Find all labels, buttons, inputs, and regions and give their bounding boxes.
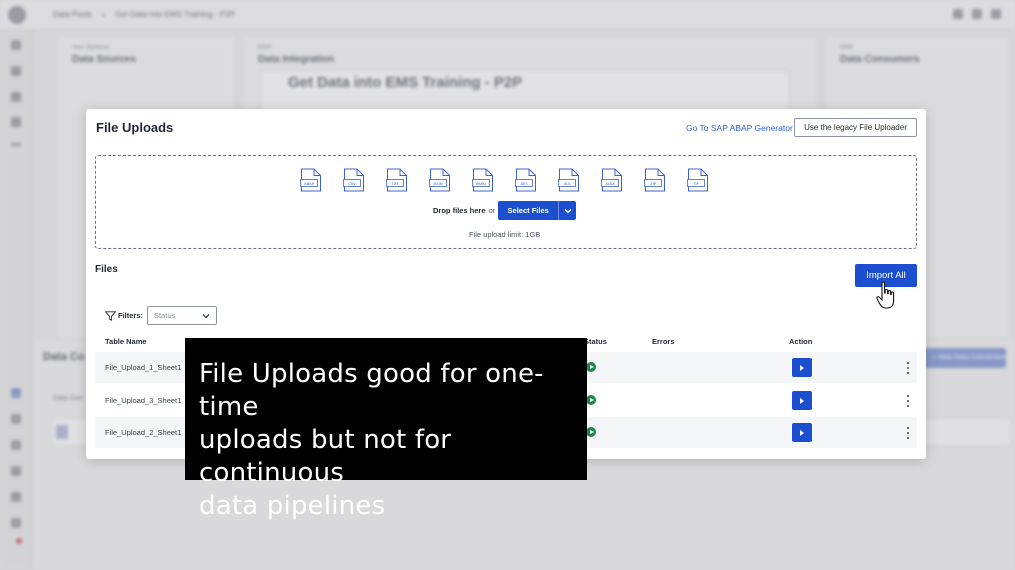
file-type-tif-icon: TIF xyxy=(687,168,710,192)
more-options-icon[interactable] xyxy=(903,361,913,375)
run-action-button[interactable] xyxy=(792,423,812,442)
section-subtitle: Data Con xyxy=(53,395,83,402)
status-success-icon xyxy=(586,362,596,372)
button-label: + New Data Connection xyxy=(932,354,1007,361)
column-header-action: Action xyxy=(789,337,813,346)
new-connection-button[interactable]: + New Data Connection xyxy=(922,348,1006,368)
file-type-json-icon: JSON xyxy=(429,168,452,192)
sidebar xyxy=(0,30,33,570)
sidebar-icon[interactable] xyxy=(11,117,21,127)
file-type-icons: ABAP CSV TXT JSON PARQ AES XLS XLSX ZIP TIF xyxy=(300,168,710,192)
section-title: Data Co xyxy=(43,351,85,363)
select-files-button[interactable]: Select Files xyxy=(498,201,559,220)
sidebar-icon[interactable] xyxy=(11,414,21,424)
more-options-icon[interactable] xyxy=(903,426,913,440)
status-filter-placeholder: Status xyxy=(154,311,176,320)
more-options-icon[interactable] xyxy=(903,394,913,408)
top-bar-icons xyxy=(953,9,1001,19)
connection-icon xyxy=(56,425,68,439)
sidebar-icon[interactable] xyxy=(11,492,21,502)
user-icon[interactable] xyxy=(991,9,1001,19)
filters-label: Filters: xyxy=(118,311,144,320)
column-header-errors: Errors xyxy=(652,337,675,346)
panel-caption: Your Systems xyxy=(72,45,109,51)
panel-title: Data Sources xyxy=(72,54,136,65)
drop-row: Drop files here or Select Files xyxy=(433,201,577,220)
status-filter-select[interactable]: Status xyxy=(147,306,218,325)
notifications-icon[interactable] xyxy=(972,9,982,19)
breadcrumb-item[interactable]: Data Pools xyxy=(53,10,92,19)
sidebar-icon[interactable] xyxy=(11,40,21,50)
more-icon[interactable] xyxy=(11,143,21,146)
file-drop-zone[interactable]: ABAP CSV TXT JSON PARQ AES XLS XLSX ZIP TIF Drop … xyxy=(95,155,917,249)
file-type-parq-icon: PARQ xyxy=(472,168,495,192)
upload-limit-text: File upload limit: 1GB xyxy=(469,230,541,239)
notification-dot-icon xyxy=(16,538,22,544)
panel-title: Data Consumers xyxy=(840,54,920,65)
file-type-xlsx-icon: XLSX xyxy=(601,168,624,192)
app-logo-icon xyxy=(8,6,26,24)
sidebar-icon[interactable] xyxy=(11,440,21,450)
file-type-xls-icon: XLS xyxy=(558,168,581,192)
caption-line: uploads but not for continuous xyxy=(199,425,452,488)
sidebar-icon[interactable] xyxy=(11,92,21,102)
sidebar-icon[interactable] xyxy=(11,466,21,476)
caption-overlay: File Uploads good for one-time uploads b… xyxy=(185,338,587,521)
caption-line: data pipelines xyxy=(199,491,386,521)
column-header-table-name: Table Name xyxy=(105,337,147,346)
filter-icon xyxy=(105,310,116,321)
sidebar-icon[interactable] xyxy=(11,66,21,76)
table-name-cell: File_Upload_3_Sheet1 xyxy=(105,396,182,405)
column-header-status: Status xyxy=(584,337,607,346)
run-action-button[interactable] xyxy=(792,358,812,377)
select-files-dropdown[interactable] xyxy=(558,201,577,220)
status-success-icon xyxy=(586,427,596,437)
or-label: or xyxy=(488,206,496,215)
help-icon[interactable] xyxy=(953,9,963,19)
file-type-aes-icon: AES xyxy=(515,168,538,192)
breadcrumb-item: Get Data into EMS Training - P2P xyxy=(115,10,235,19)
dialog-title: File Uploads xyxy=(96,120,174,135)
file-type-txt-icon: TXT xyxy=(386,168,409,192)
chevron-down-icon xyxy=(564,208,572,213)
files-heading: Files xyxy=(95,264,118,275)
top-bar: Data Pools › Get Data into EMS Training … xyxy=(0,0,1015,30)
data-pool-title: Get Data into EMS Training - P2P xyxy=(288,74,523,91)
file-type-abap-icon: ABAP xyxy=(300,168,323,192)
table-name-cell: File_Upload_2_Sheet1 xyxy=(105,428,182,437)
panel-caption: EMS xyxy=(840,45,854,51)
sap-abap-generator-link[interactable]: Go To SAP ABAP Generator xyxy=(686,123,793,133)
panel-caption: EMS xyxy=(258,45,272,51)
panel-title: Data Integration xyxy=(258,54,335,65)
sidebar-icon[interactable] xyxy=(11,388,21,398)
caption-line: File Uploads good for one-time xyxy=(199,359,544,422)
legacy-uploader-button[interactable]: Use the legacy File Uploader xyxy=(794,118,917,137)
breadcrumb: Data Pools › Get Data into EMS Training … xyxy=(53,10,235,19)
run-action-button[interactable] xyxy=(792,391,812,410)
chevron-down-icon xyxy=(202,313,210,318)
sidebar-icon[interactable] xyxy=(11,518,21,528)
filters-bar: Filters: Status xyxy=(105,306,218,325)
hand-cursor-icon xyxy=(876,281,895,309)
file-type-zip-icon: ZIP xyxy=(644,168,667,192)
table-name-cell: File_Upload_1_Sheet1 xyxy=(105,363,182,372)
status-success-icon xyxy=(586,395,596,405)
file-type-csv-icon: CSV xyxy=(343,168,366,192)
drop-files-label: Drop files here xyxy=(433,206,486,215)
